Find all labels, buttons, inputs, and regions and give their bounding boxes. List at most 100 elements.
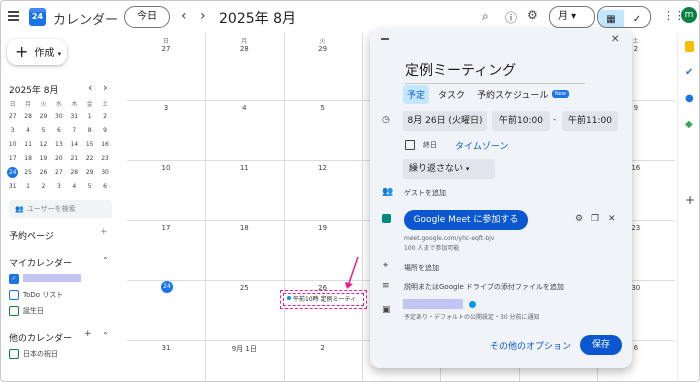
all-day-checkbox[interactable] [405, 140, 415, 150]
day-number[interactable]: 12 [284, 164, 362, 172]
contacts-icon[interactable]: ● [685, 93, 694, 104]
mini-day[interactable]: 27 [5, 109, 20, 123]
remove-meet-icon[interactable]: ✕ [608, 214, 616, 224]
create-button[interactable]: + 作成 ▾ [7, 39, 67, 65]
close-icon[interactable]: ✕ [611, 34, 619, 45]
meet-settings-icon[interactable]: ⚙ [575, 214, 583, 224]
collapse-other-icon[interactable]: ⌃ [102, 331, 109, 340]
mini-day[interactable]: 3 [51, 179, 66, 193]
mini-day[interactable]: 25 [20, 165, 35, 179]
mini-day[interactable]: 9 [97, 123, 112, 137]
mini-day[interactable]: 24 [5, 165, 20, 179]
mini-day[interactable]: 13 [51, 137, 66, 151]
today-date[interactable]: 24 [161, 281, 173, 293]
mini-day[interactable]: 26 [36, 165, 51, 179]
meet-link[interactable]: meet.google.com/yhc-eqft-bjv [404, 235, 494, 242]
mini-day[interactable]: 6 [97, 179, 112, 193]
more-options-button[interactable]: その他のオプション [490, 339, 571, 352]
mini-day[interactable]: 27 [51, 165, 66, 179]
mini-day[interactable]: 30 [51, 109, 66, 123]
add-other-calendar-icon[interactable]: + [84, 329, 92, 339]
help-icon[interactable]: ⓘ [505, 9, 517, 26]
event-chip[interactable]: 午前10時 定例ミーティ [280, 290, 367, 309]
today-button[interactable]: 今日 [124, 6, 170, 28]
day-number[interactable]: 9月 1日 [205, 344, 283, 354]
keep-icon[interactable] [685, 41, 694, 52]
day-number[interactable]: 31 [127, 344, 205, 352]
mini-day[interactable]: 18 [20, 151, 35, 165]
date-field[interactable]: 8月 26日 (火曜日) [403, 111, 487, 131]
main-menu-icon[interactable] [8, 11, 19, 21]
mini-day[interactable]: 16 [97, 137, 112, 151]
day-number[interactable]: 17 [127, 224, 205, 232]
search-icon[interactable]: ⌕ [482, 9, 489, 24]
mini-day[interactable]: 6 [51, 123, 66, 137]
add-addon-icon[interactable]: + [685, 193, 695, 207]
tasks-view-icon[interactable]: ✓ [624, 10, 650, 27]
mini-prev-icon[interactable]: ‹ [88, 81, 92, 94]
mini-day[interactable]: 5 [82, 179, 97, 193]
day-number[interactable]: 28 [205, 45, 283, 53]
mini-day[interactable]: 8 [82, 123, 97, 137]
user-calendar-checkbox[interactable]: ✓ [9, 274, 19, 284]
mini-day[interactable]: 4 [20, 123, 35, 137]
mini-day[interactable]: 15 [82, 137, 97, 151]
mini-day[interactable]: 21 [67, 151, 82, 165]
mini-day[interactable]: 7 [67, 123, 82, 137]
mini-day[interactable]: 2 [97, 109, 112, 123]
tasks-icon[interactable]: ✔ [685, 67, 693, 78]
day-number[interactable]: 19 [284, 224, 362, 232]
day-number[interactable]: 18 [205, 224, 283, 232]
mini-day[interactable]: 14 [67, 137, 82, 151]
mini-day[interactable]: 1 [20, 179, 35, 193]
mini-day[interactable]: 30 [97, 165, 112, 179]
booking-pages-heading[interactable]: 予約ページ [9, 229, 54, 242]
mini-day[interactable]: 1 [82, 109, 97, 123]
todo-checkbox[interactable] [9, 290, 19, 300]
day-number[interactable]: 4 [205, 104, 283, 112]
tab-task[interactable]: タスク [438, 88, 465, 101]
mini-day[interactable]: 3 [5, 123, 20, 137]
add-guests-field[interactable]: ゲストを追加 [404, 188, 446, 198]
end-time-field[interactable]: 午前11:00 [562, 111, 618, 131]
mini-day[interactable]: 29 [82, 165, 97, 179]
my-calendars-heading[interactable]: マイカレンダー [9, 256, 72, 269]
mini-day[interactable]: 12 [36, 137, 51, 151]
day-number[interactable]: 11 [205, 164, 283, 172]
collapse-icon[interactable]: ⌃ [102, 256, 109, 265]
mini-day[interactable]: 4 [67, 179, 82, 193]
repeat-select[interactable]: 繰り返さない ▾ [403, 159, 495, 179]
add-booking-icon[interactable]: + [100, 227, 108, 237]
timezone-link[interactable]: タイムゾーン [455, 139, 508, 152]
calendar-tasks-toggle[interactable]: ▦ ✓ [597, 6, 651, 28]
tab-appointment[interactable]: 予約スケジュール [477, 88, 548, 101]
mini-day[interactable]: 31 [5, 179, 20, 193]
mini-day[interactable]: 23 [97, 151, 112, 165]
holidays-checkbox[interactable] [9, 349, 19, 359]
day-number[interactable]: 3 [127, 104, 205, 112]
user-search-input[interactable]: 👥 ユーザーを検索 [9, 200, 112, 218]
copy-icon[interactable]: ❐ [591, 214, 599, 224]
day-number[interactable]: 2 [284, 344, 362, 352]
day-number[interactable]: 5 [284, 104, 362, 112]
mini-day[interactable]: 11 [20, 137, 35, 151]
mini-day[interactable]: 28 [67, 165, 82, 179]
mini-day[interactable]: 31 [67, 109, 82, 123]
calendar-color-dot[interactable] [469, 301, 476, 308]
start-time-field[interactable]: 午前10:00 [492, 111, 550, 131]
mini-day[interactable]: 2 [36, 179, 51, 193]
maps-icon[interactable]: ◆ [685, 119, 693, 130]
other-calendars-heading[interactable]: 他のカレンダー [9, 331, 72, 344]
mini-day[interactable]: 29 [36, 109, 51, 123]
join-meet-button[interactable]: Google Meet に参加する [404, 210, 528, 230]
mini-day[interactable]: 10 [5, 137, 20, 151]
next-month-icon[interactable]: › [200, 8, 206, 24]
day-number[interactable]: 27 [127, 45, 205, 53]
avatar[interactable]: m [681, 7, 697, 23]
day-number[interactable]: 25 [205, 284, 283, 292]
view-select[interactable]: 月 ▾ [549, 6, 595, 28]
mini-next-icon[interactable]: › [103, 81, 107, 94]
calendar-view-icon[interactable]: ▦ [598, 10, 624, 27]
day-number[interactable]: 10 [127, 164, 205, 172]
birthdays-checkbox[interactable] [9, 306, 19, 316]
